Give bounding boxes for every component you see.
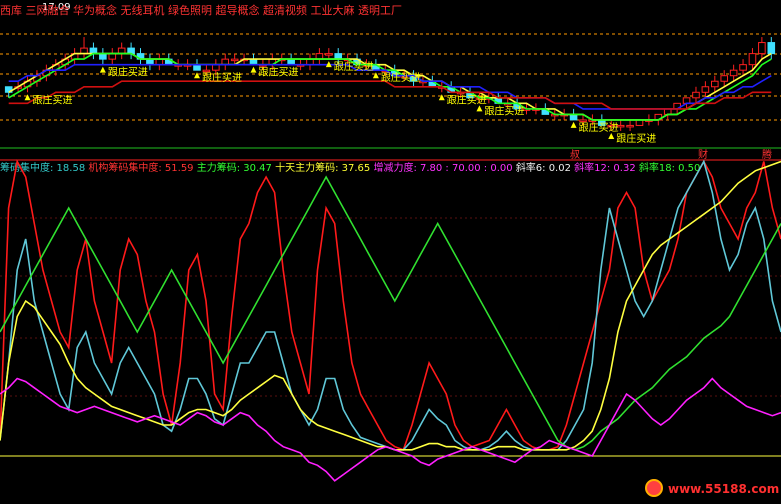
- signal-marker: 跟庄买进: [250, 66, 298, 79]
- signal-marker: 跟庄买进: [99, 66, 148, 79]
- candle-body: [758, 42, 766, 55]
- candle-body: [701, 86, 710, 93]
- signal-label: 跟庄买进: [381, 71, 421, 84]
- candle-body: [767, 42, 776, 55]
- legend-item: 机构筹码集中度: 51.59: [85, 161, 193, 174]
- legend-item: 增减力度: 7.80 : 70.00 : 0.00: [370, 161, 512, 174]
- signal-label: 跟庄买进: [579, 121, 619, 134]
- candle-body: [230, 58, 239, 62]
- signal-label: 跟庄买进: [334, 60, 374, 73]
- concept-tags: 西库 三网融合 华为概念 无线耳机 绿色照明 超导概念 超清视频 工业大麻 透明…: [0, 3, 402, 17]
- signal-label: 跟庄买进: [484, 104, 524, 117]
- candle-body: [325, 53, 333, 56]
- time-axis-marker: 叔: [570, 149, 580, 161]
- candle-body: [635, 119, 644, 126]
- time-axis-marker: 财: [698, 148, 708, 161]
- candle-body: [99, 53, 107, 60]
- candle-body: [729, 69, 738, 77]
- concept-tag: 透明工厂: [355, 4, 403, 17]
- chart-window: 跟庄买进 跟庄买进 跟庄买进 跟庄买进 跟庄买进 跟庄买进 跟庄买进 跟庄买进 跟庄买进 跟庄买进…: [0, 0, 781, 500]
- candle-body: [692, 91, 700, 99]
- signal-marker: 跟庄买进: [372, 71, 421, 84]
- concept-tag: 西库: [0, 4, 22, 17]
- signal-label: 跟庄买进: [108, 66, 148, 79]
- concept-tag: 超清视频: [260, 3, 308, 17]
- legend-item: 主力筹码: 30.47: [194, 161, 272, 174]
- signal-marker: 跟庄买进: [24, 93, 73, 106]
- candle-body: [739, 64, 747, 71]
- signal-marker: 跟庄买进: [325, 60, 374, 73]
- chart-canvas: 跟庄买进跟庄买进跟庄买进跟庄买进跟庄买进跟庄买进跟庄买进跟庄买进跟庄买进跟庄买进…: [0, 0, 781, 500]
- concept-tag: 三网融合: [22, 3, 70, 17]
- signal-label: 跟庄买进: [447, 93, 487, 106]
- candle-body: [306, 58, 314, 66]
- legend-item: 筹码集中度: 18.58: [0, 161, 85, 174]
- candle-body: [569, 113, 578, 121]
- signal-label: 跟庄买进: [258, 66, 298, 79]
- signal-marker: 跟庄买进: [570, 121, 619, 134]
- time-axis-marker: 腾: [762, 148, 772, 161]
- candle-body: [89, 47, 98, 55]
- watermark-text: www.55188.com: [668, 482, 779, 496]
- candle-body: [249, 58, 258, 66]
- concept-tag: 无线耳机: [117, 3, 165, 17]
- legend-item: 斜率12: 0.32: [571, 161, 636, 174]
- candle-body: [711, 80, 719, 88]
- signal-label: 跟庄买进: [616, 132, 656, 145]
- candle-body: [127, 47, 135, 55]
- candle-body: [720, 75, 729, 82]
- candle-body: [155, 58, 164, 66]
- candle-body: [626, 124, 634, 128]
- legend-item: 十天主力筹码: 37.65: [272, 161, 370, 174]
- watermark-logo-icon: [645, 479, 663, 497]
- signal-marker: 跟庄买进: [608, 132, 656, 145]
- concept-tag: 超导概念: [212, 3, 260, 17]
- candle-body: [748, 53, 757, 66]
- candle-body: [202, 69, 211, 73]
- candle-body: [146, 58, 154, 66]
- indicator-legend: 筹码集中度: 18.58 机构筹码集中度: 51.59 主力筹码: 30.47 …: [0, 161, 700, 174]
- signal-marker: 跟庄买进: [194, 71, 242, 84]
- concept-tag: 工业大麻: [307, 3, 355, 17]
- candle-body: [117, 47, 126, 55]
- signal-label: 跟庄买进: [202, 71, 242, 84]
- candle-body: [80, 47, 88, 55]
- candle: [635, 119, 644, 126]
- legend-item: 斜率18: 0.50: [636, 161, 701, 174]
- candle-body: [108, 53, 117, 60]
- concept-tag: 华为概念: [70, 3, 118, 17]
- signal-marker: 跟庄买进: [438, 93, 487, 106]
- signal-label: 跟庄买进: [33, 93, 73, 106]
- candle-body: [221, 58, 230, 66]
- signal-marker: 跟庄买进: [476, 104, 524, 117]
- concept-tag: 绿色照明: [165, 3, 213, 17]
- candle-body: [579, 119, 587, 122]
- candle-body: [287, 58, 295, 66]
- legend-item: 斜率6: 0.02: [513, 161, 571, 174]
